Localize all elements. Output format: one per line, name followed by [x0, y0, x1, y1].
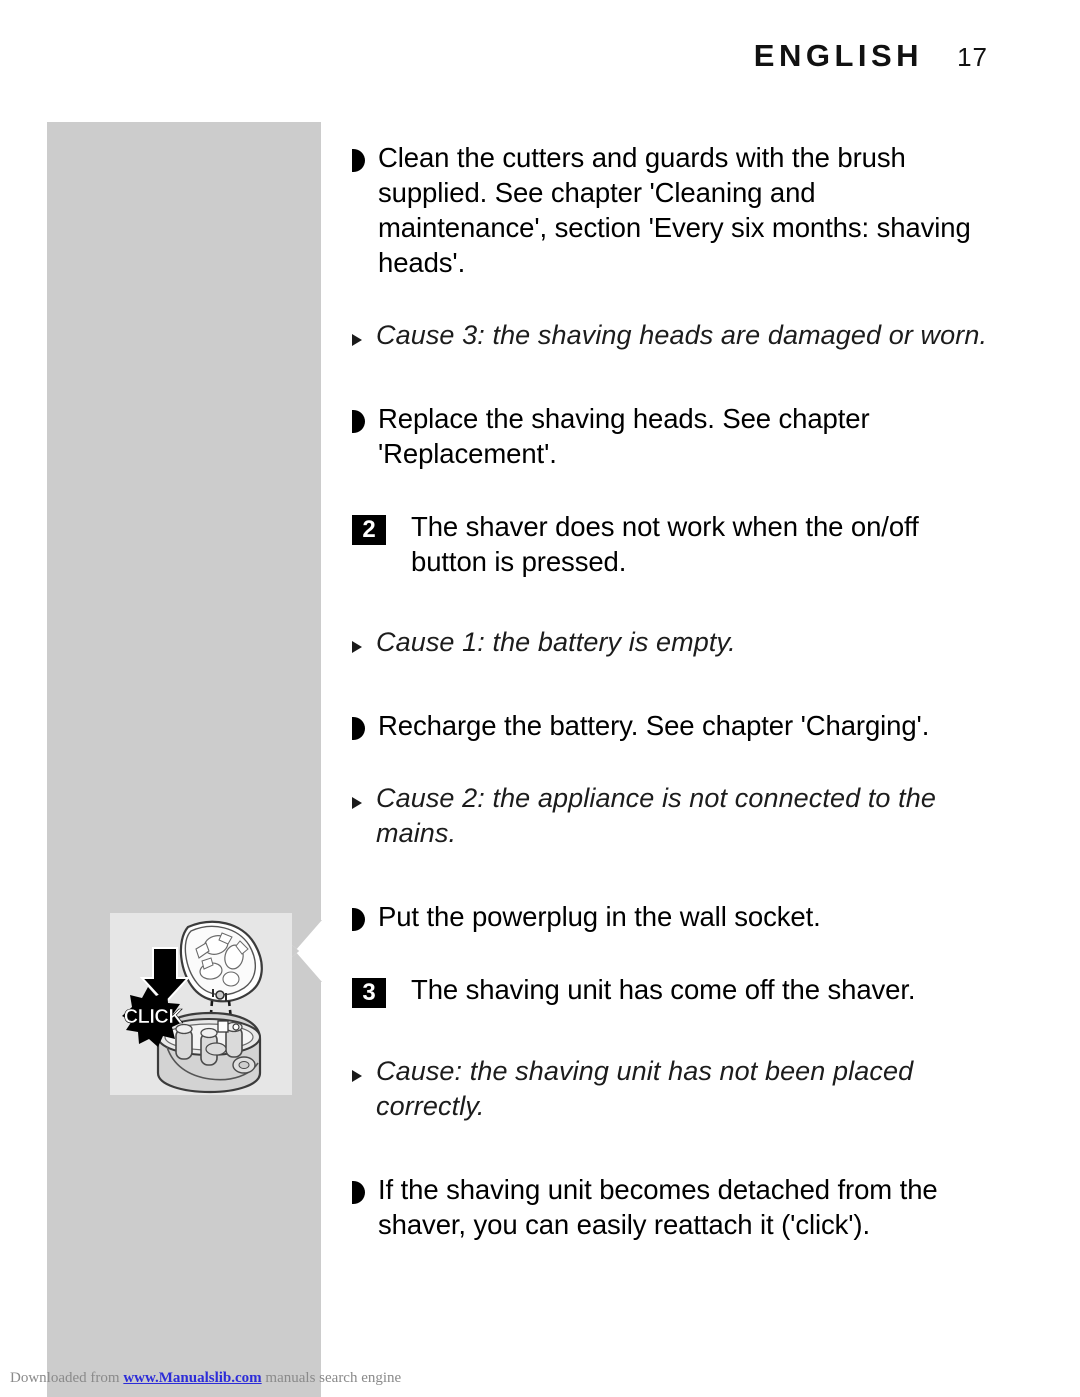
cause-text: Cause 1: the battery is empty. [376, 627, 736, 657]
cause-bullet-icon [352, 641, 362, 653]
cause-bullet-icon [352, 1070, 362, 1082]
action-bullet-icon [352, 1181, 365, 1204]
cause-item: Cause 3: the shaving heads are damaged o… [352, 318, 992, 353]
cause-text: Cause 3: the shaving heads are damaged o… [376, 320, 988, 350]
action-text: Put the powerplug in the wall socket. [378, 901, 821, 932]
page-number: 17 [957, 42, 988, 72]
action-item: Replace the shaving heads. See chapter '… [352, 401, 992, 471]
action-bullet-icon [352, 149, 365, 172]
action-item: Recharge the battery. See chapter 'Charg… [352, 708, 992, 743]
main-content-column: Clean the cutters and guards with the br… [352, 140, 992, 1270]
cause-item: Cause 2: the appliance is not connected … [352, 781, 992, 851]
action-bullet-icon [352, 717, 365, 740]
action-bullet-icon [352, 908, 365, 931]
download-attribution-footer: Downloaded from www.Manualslib.com manua… [10, 1370, 401, 1387]
cause-item: Cause: the shaving unit has not been pla… [352, 1054, 992, 1124]
chapter-title: ENGLISH [753, 38, 924, 73]
cause-text: Cause 2: the appliance is not connected … [376, 783, 936, 848]
numbered-item: 2 The shaver does not work when the on/o… [352, 509, 992, 579]
action-item: If the shaving unit becomes detached fro… [352, 1172, 992, 1242]
action-text: Clean the cutters and guards with the br… [378, 142, 971, 278]
footer-prefix: Downloaded from [10, 1370, 124, 1386]
page-header: ENGLISH 17 [754, 38, 988, 74]
manualslib-link[interactable]: www.Manualslib.com [123, 1370, 261, 1386]
number-badge: 2 [352, 515, 386, 545]
numbered-item: 3 The shaving unit has come off the shav… [352, 972, 992, 1008]
number-badge: 3 [352, 978, 386, 1008]
svg-text:CLICK: CLICK [124, 1006, 184, 1028]
action-item: Clean the cutters and guards with the br… [352, 140, 992, 280]
cause-bullet-icon [352, 334, 362, 346]
action-item: Put the powerplug in the wall socket. [352, 899, 992, 934]
shaving-unit-click-illustration: CLICK [110, 913, 292, 1095]
cause-bullet-icon [352, 797, 362, 809]
action-text: If the shaving unit becomes detached fro… [378, 1174, 938, 1240]
left-gray-column [47, 122, 321, 1397]
action-text: Recharge the battery. See chapter 'Charg… [378, 710, 930, 741]
numbered-text: The shaving unit has come off the shaver… [411, 974, 916, 1005]
action-text: Replace the shaving heads. See chapter '… [378, 403, 870, 469]
footer-suffix: manuals search engine [261, 1370, 402, 1386]
cause-item: Cause 1: the battery is empty. [352, 625, 992, 660]
cause-text: Cause: the shaving unit has not been pla… [376, 1056, 914, 1121]
action-bullet-icon [352, 410, 365, 433]
numbered-text: The shaver does not work when the on/off… [411, 511, 919, 577]
